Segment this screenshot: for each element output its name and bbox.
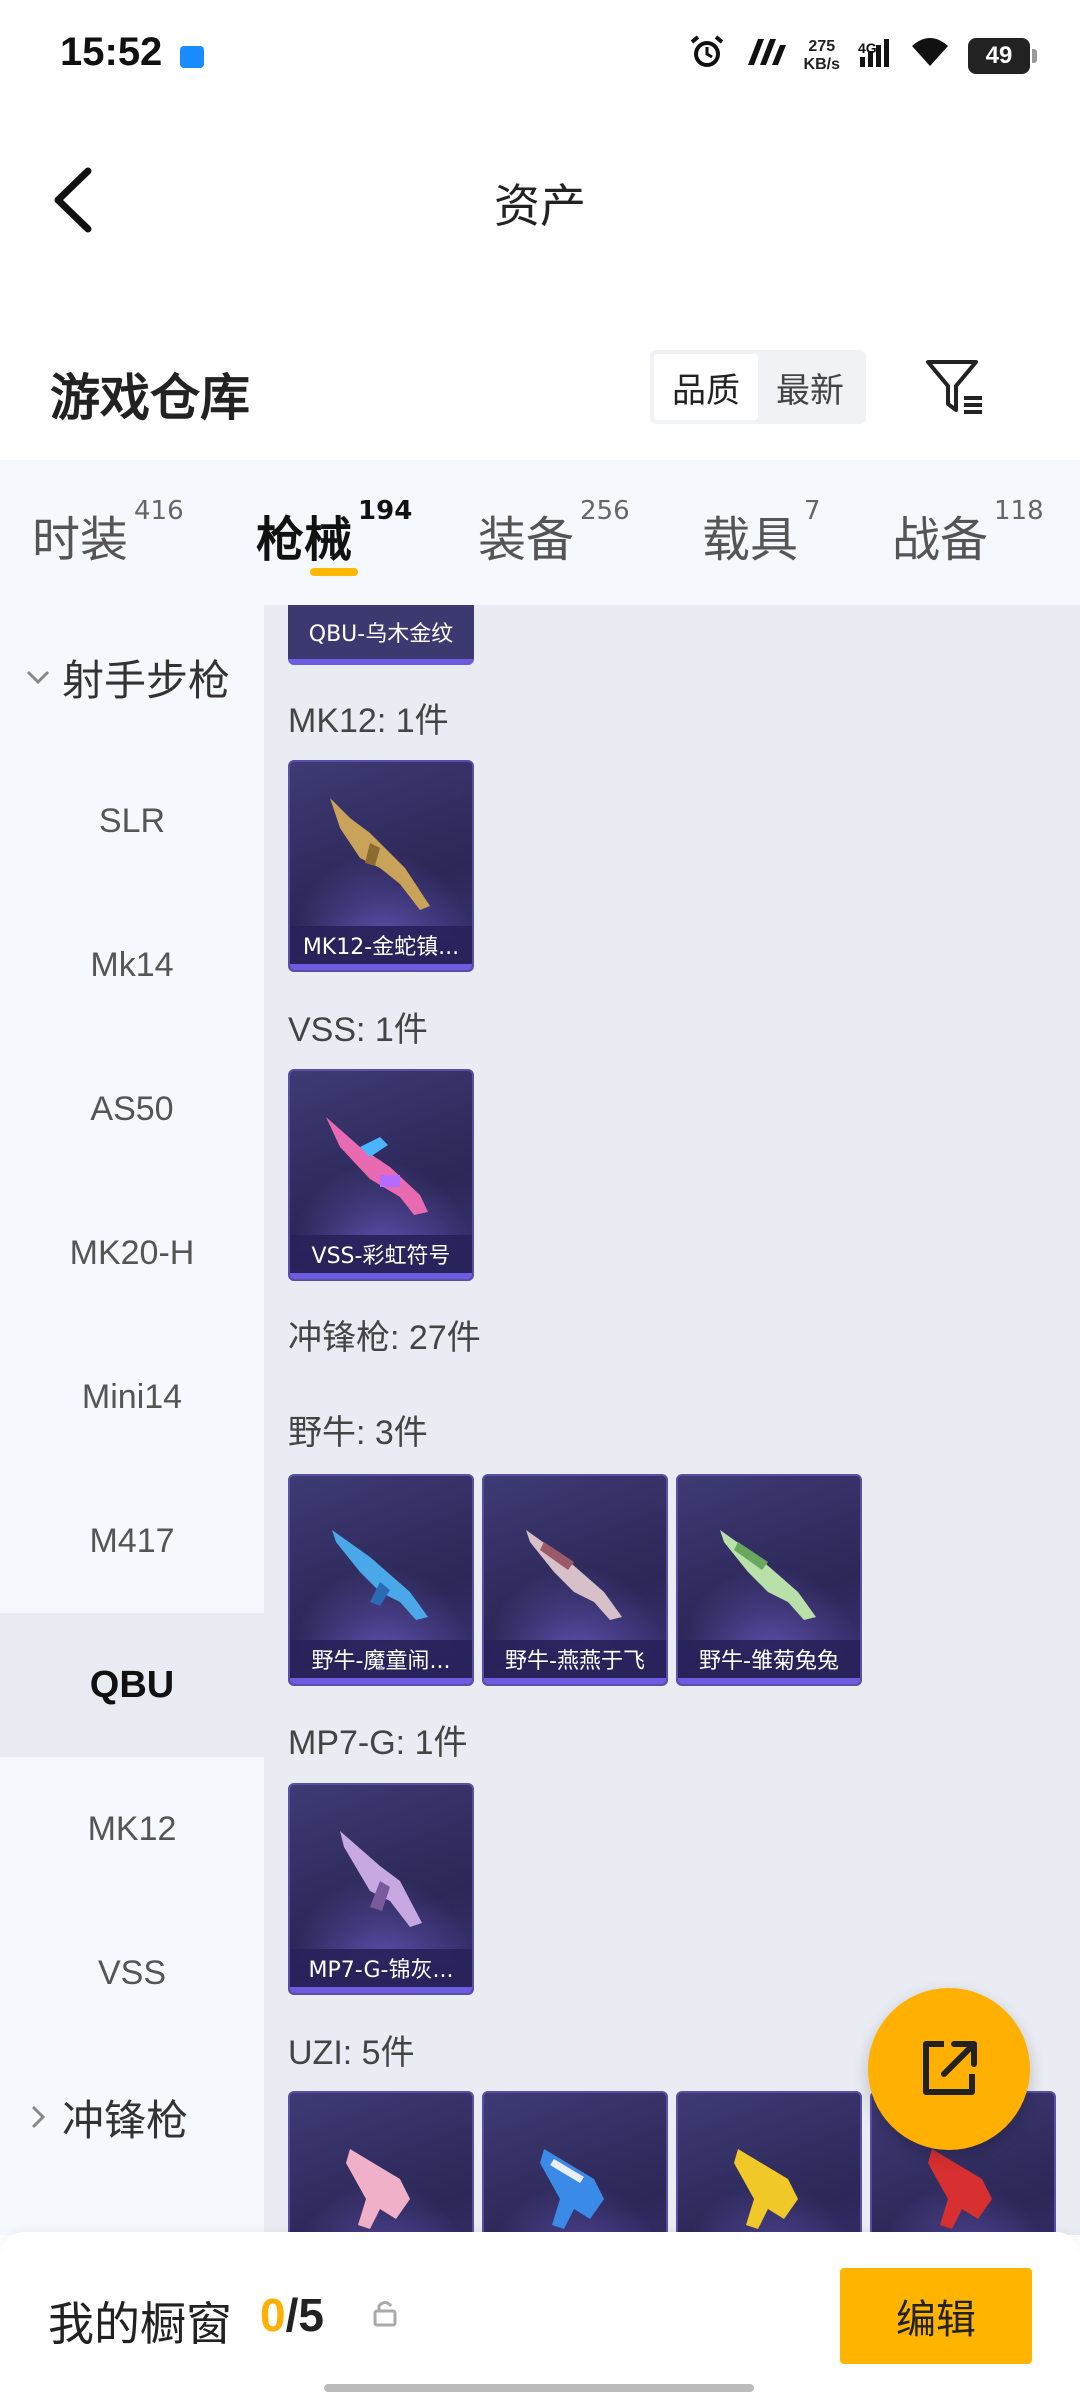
- chevron-right-icon: [31, 2105, 46, 2129]
- section-label: VSS: 1件: [288, 1011, 428, 1049]
- tab-vehicles[interactable]: 载具7: [702, 496, 821, 570]
- battery-indicator: 49: [968, 38, 1037, 74]
- skin-card[interactable]: [676, 2091, 862, 2235]
- tab-equipment[interactable]: 装备256: [478, 496, 630, 570]
- status-bar: 15:52 275 KB/s 4G 49: [0, 0, 1080, 110]
- edit-button[interactable]: 编辑: [840, 2268, 1032, 2364]
- skin-card[interactable]: 野牛-燕燕于飞: [482, 1474, 668, 1686]
- sidebar-group-label: 射手步枪: [62, 655, 231, 705]
- data-saver-icon: [744, 36, 786, 76]
- sidebar-item-mk12[interactable]: MK12: [0, 1757, 264, 1901]
- tab-tactical-count: 118: [994, 496, 1044, 526]
- tab-tactical-label: 战备: [892, 512, 989, 568]
- wifi-icon: [910, 36, 950, 77]
- showcase-count-current: 0: [260, 2289, 286, 2341]
- chevron-down-icon: [26, 670, 50, 685]
- page-title: 资产: [494, 179, 586, 233]
- showcase-bar: 我的橱窗 0/5 编辑: [0, 2232, 1080, 2400]
- sidebar-item-mk14[interactable]: Mk14: [0, 893, 264, 1037]
- tab-equipment-label: 装备: [478, 512, 575, 568]
- alarm-icon: [688, 33, 726, 80]
- network-speed-unit: KB/s: [803, 56, 840, 73]
- weapon-sidebar: 射手步枪 SLR Mk14 AS50 MK20-H Mini14 M417 QB…: [0, 605, 264, 2235]
- showcase-count-total: /5: [285, 2289, 324, 2341]
- share-export-icon: [923, 2041, 977, 2095]
- tab-fashion[interactable]: 时装416: [32, 496, 184, 570]
- section-label: 野牛: 3件: [288, 1414, 428, 1452]
- warehouse-title: 游戏仓库: [50, 369, 250, 427]
- smg-skin-image: [332, 1530, 428, 1620]
- sidebar-group-dmr[interactable]: 射手步枪: [0, 605, 264, 749]
- skin-card[interactable]: MK12-金蛇镇...: [288, 760, 474, 972]
- skin-card[interactable]: MP7-G-锦灰...: [288, 1783, 474, 1995]
- skin-card-name: 野牛-燕燕于飞: [484, 1640, 666, 1684]
- sort-quality-button[interactable]: 品质: [654, 354, 758, 420]
- sidebar-item-mk20h[interactable]: MK20-H: [0, 1181, 264, 1325]
- tab-guns[interactable]: 枪械194: [256, 496, 412, 570]
- smg-skin-image: [340, 1831, 422, 1927]
- sidebar-item-vss[interactable]: VSS: [0, 1901, 264, 2045]
- signal-icon: 4G: [858, 36, 892, 76]
- sidebar-item-m417[interactable]: M417: [0, 1469, 264, 1613]
- smg-skin-image: [346, 2149, 410, 2229]
- tab-equipment-count: 256: [580, 496, 630, 526]
- skin-card-name: VSS-彩虹符号: [290, 1235, 472, 1279]
- tab-vehicles-count: 7: [804, 496, 821, 526]
- sidebar-item-qbu[interactable]: QBU: [0, 1613, 264, 1757]
- filter-button[interactable]: [920, 352, 990, 422]
- section-label: MP7-G: 1件: [288, 1724, 468, 1762]
- tab-guns-count: 194: [358, 496, 413, 526]
- app-notification-icon: [180, 46, 204, 68]
- skin-card-name: MK12-金蛇镇...: [290, 926, 472, 970]
- section-label: 冲锋枪: 27件: [288, 1319, 481, 1357]
- share-button[interactable]: [868, 1988, 1030, 2150]
- sort-toggle: 品质 最新: [650, 350, 866, 424]
- showcase-count: 0/5: [260, 2288, 324, 2342]
- sidebar-group-smg[interactable]: 冲锋枪: [0, 2045, 264, 2189]
- rifle-skin-image: [326, 1117, 428, 1215]
- skin-card-name: QBU-乌木金纹: [308, 622, 454, 647]
- showcase-title: 我的橱窗: [48, 2297, 232, 2351]
- category-tabs: 时装416 枪械194 装备256 载具7 战备118: [0, 460, 1080, 605]
- sidebar-item-slr[interactable]: SLR: [0, 749, 264, 893]
- rifle-skin-image: [330, 798, 430, 910]
- smg-skin-image: [720, 1530, 816, 1620]
- skin-card[interactable]: [482, 2091, 668, 2235]
- section-label: MK12: 1件: [288, 702, 449, 740]
- skin-card[interactable]: VSS-彩虹符号: [288, 1069, 474, 1281]
- section-label: UZI: 5件: [288, 2034, 415, 2072]
- status-icons: 275 KB/s 4G 49: [688, 33, 1037, 80]
- filter-icon: [926, 360, 982, 414]
- tab-fashion-count: 416: [134, 496, 184, 526]
- sidebar-group-label: 冲锋枪: [62, 2095, 189, 2145]
- sidebar-item-as50[interactable]: AS50: [0, 1037, 264, 1181]
- status-time: 15:52: [60, 30, 163, 74]
- skin-card[interactable]: QBU-乌木金纹: [288, 605, 474, 665]
- skin-card-name: 野牛-雏菊兔兔: [678, 1640, 860, 1684]
- sort-latest-button[interactable]: 最新: [758, 354, 862, 420]
- skin-card[interactable]: 野牛-魔童闹...: [288, 1474, 474, 1686]
- tab-guns-label: 枪械: [256, 512, 353, 568]
- smg-skin-image: [734, 2149, 798, 2229]
- signal-label: 4G: [858, 40, 877, 56]
- tab-tactical[interactable]: 战备118: [892, 496, 1044, 570]
- warehouse-header: 游戏仓库 品质 最新: [0, 330, 1080, 450]
- home-indicator[interactable]: [324, 2384, 754, 2392]
- tab-vehicles-label: 载具: [702, 512, 799, 568]
- skin-card[interactable]: [288, 2091, 474, 2235]
- sidebar-item-mini14[interactable]: Mini14: [0, 1325, 264, 1469]
- skin-card-name: 野牛-魔童闹...: [290, 1640, 472, 1684]
- smg-skin-image: [526, 1530, 622, 1620]
- active-tab-indicator: [310, 568, 358, 576]
- skin-card-name: MP7-G-锦灰...: [290, 1949, 472, 1993]
- skin-card[interactable]: 野牛-雏菊兔兔: [676, 1474, 862, 1686]
- network-speed: 275 KB/s: [804, 38, 840, 74]
- smg-skin-image: [540, 2149, 604, 2229]
- lock-icon: [373, 2301, 397, 2327]
- tab-fashion-label: 时装: [32, 512, 129, 568]
- top-nav: 资产: [0, 110, 1080, 290]
- network-speed-value: 275: [808, 38, 836, 55]
